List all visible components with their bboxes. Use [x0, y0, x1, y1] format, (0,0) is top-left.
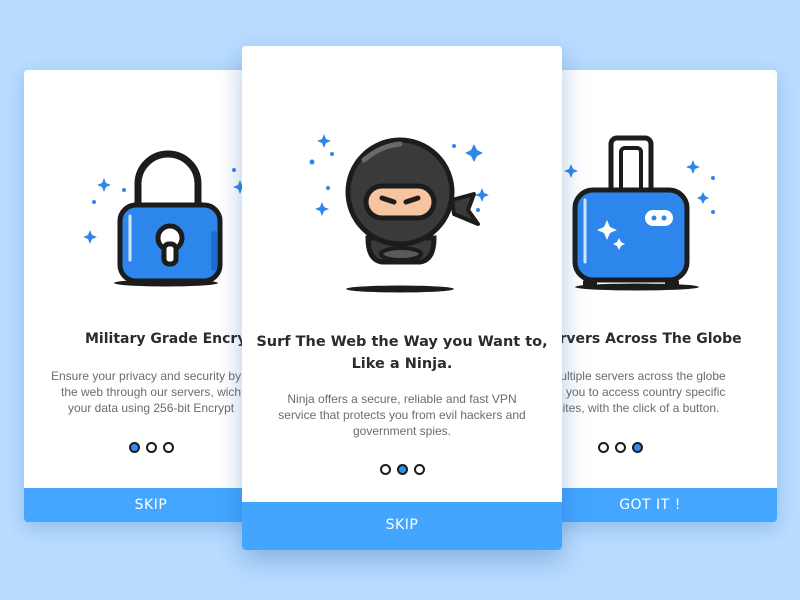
card-title: ervers Across The Globe: [550, 331, 742, 347]
page-dot-1[interactable]: [379, 464, 391, 475]
ninja-icon: [309, 134, 489, 293]
card-description: Ensure your privacy and security by a th…: [51, 369, 251, 415]
skip-button[interactable]: SKIP: [24, 488, 278, 522]
page-dot-1[interactable]: [597, 442, 609, 453]
page-dot-2[interactable]: [145, 442, 157, 453]
onboarding-card-ninja: Surf The Web the Way you Want to, Like a…: [242, 46, 562, 550]
page-dot-3[interactable]: [413, 464, 425, 475]
card-description: Ninja offers a secure, reliable and fast…: [278, 392, 526, 438]
skip-button[interactable]: SKIP: [242, 502, 562, 550]
pagination-dots: [242, 464, 562, 475]
page-dot-2[interactable]: [396, 464, 408, 475]
page-dot-1[interactable]: [128, 442, 140, 453]
page-dot-3[interactable]: [631, 442, 643, 453]
page-dot-2[interactable]: [614, 442, 626, 453]
onboarding-card-encryption: Military Grade Encryptic Ensure your pri…: [24, 70, 278, 522]
page-dot-3[interactable]: [162, 442, 174, 453]
pagination-dots: [24, 442, 278, 453]
card-title: Surf The Web the Way you Want to,: [256, 334, 548, 350]
suitcase-icon: [564, 135, 715, 291]
padlock-icon: [84, 150, 247, 287]
card-title-line2: Like a Ninja.: [351, 356, 453, 372]
